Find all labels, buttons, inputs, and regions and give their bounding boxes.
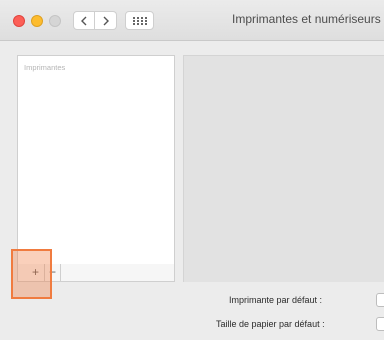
chevron-right-icon xyxy=(103,16,109,25)
printer-detail-panel xyxy=(183,55,384,282)
back-button[interactable] xyxy=(73,11,95,30)
highlight-box xyxy=(11,249,52,299)
printer-list[interactable]: Imprimantes xyxy=(17,55,175,265)
default-printer-label: Imprimante par défaut : xyxy=(229,295,323,305)
minimize-window-button[interactable] xyxy=(31,15,43,27)
grid-icon xyxy=(132,16,147,25)
default-paper-size-popup[interactable] xyxy=(376,317,384,331)
default-printer-popup[interactable] xyxy=(376,293,384,307)
printer-list-header: Imprimantes xyxy=(24,63,66,72)
window-title: Imprimantes et numériseurs xyxy=(232,12,381,26)
close-window-button[interactable] xyxy=(13,15,25,27)
forward-button[interactable] xyxy=(95,11,117,30)
title-bar: Imprimantes et numériseurs xyxy=(0,0,384,40)
zoom-window-button xyxy=(49,15,61,27)
show-all-button[interactable] xyxy=(125,11,154,30)
title-separator xyxy=(0,40,384,41)
chevron-left-icon xyxy=(81,16,87,25)
default-paper-size-label: Taille de papier par défaut : xyxy=(216,319,325,329)
